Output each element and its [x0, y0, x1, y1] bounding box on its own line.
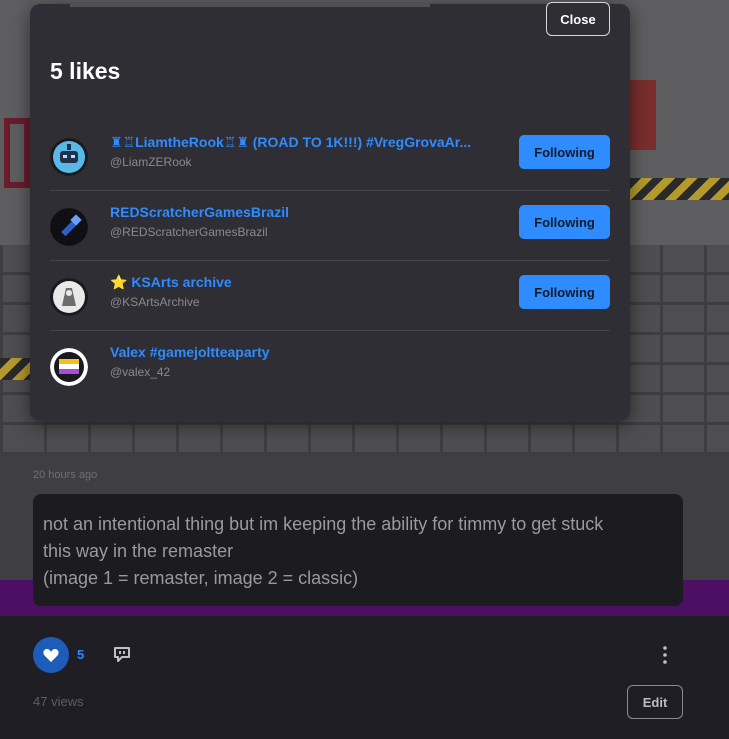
pixel-tool-avatar[interactable] — [50, 208, 88, 246]
user-row[interactable]: ⭐ KSArts archive @KSArtsArchive Followin… — [50, 261, 610, 331]
robot-avatar[interactable] — [50, 138, 88, 176]
user-name[interactable]: Valex #gamejoltteaparty — [110, 344, 502, 360]
flag-avatar-icon — [50, 348, 88, 386]
user-handle: @valex_42 — [110, 365, 171, 379]
comment-icon[interactable] — [113, 645, 131, 663]
caption-box: not an intentional thing but im keeping … — [33, 494, 683, 606]
user-row[interactable]: Valex #gamejoltteaparty @valex_42 — [50, 331, 610, 401]
user-row[interactable]: REDScratcherGamesBrazil @REDScratcherGam… — [50, 191, 610, 261]
views-count: 47 views — [33, 694, 84, 709]
modal-title: 5 likes — [50, 58, 121, 84]
hazard-stripe-right — [630, 178, 729, 200]
user-handle: @REDScratcherGamesBrazil — [110, 225, 268, 239]
user-name[interactable]: REDScratcherGamesBrazil — [110, 204, 502, 220]
caption-line: (image 1 = remaster, image 2 = classic) — [43, 568, 359, 588]
heart-icon — [43, 648, 59, 662]
flag-avatar[interactable] — [50, 348, 88, 386]
user-name[interactable]: ⭐ KSArts archive — [110, 274, 502, 291]
robot-avatar-icon — [50, 138, 88, 176]
edit-button[interactable]: Edit — [627, 685, 683, 719]
close-button[interactable]: Close — [546, 2, 610, 36]
bottom-bar — [0, 616, 729, 739]
modal-top-edge — [70, 4, 430, 7]
like-button[interactable] — [33, 637, 69, 673]
like-count[interactable]: 5 — [77, 647, 84, 662]
sketch-avatar[interactable] — [50, 278, 88, 316]
sketch-avatar-icon — [50, 278, 88, 316]
caption-line: not an intentional thing but im keeping … — [43, 514, 604, 534]
following-button[interactable]: Following — [519, 205, 610, 239]
character-sprite-right — [630, 80, 656, 150]
post-timestamp: 20 hours ago — [33, 469, 98, 481]
following-button[interactable]: Following — [519, 135, 610, 169]
user-name[interactable]: ♜♖LiamtheRook♖♜ (ROAD TO 1K!!!) #VregGro… — [110, 134, 502, 151]
user-handle: @KSArtsArchive — [110, 295, 200, 309]
caption-line: this way in the remaster — [43, 541, 234, 561]
likes-modal: Close 5 likes ♜♖LiamtheRook♖♜ (ROAD TO 1… — [30, 2, 630, 421]
block-sprite-left — [4, 118, 30, 188]
user-handle: @LiamZERook — [110, 155, 192, 169]
more-options-icon[interactable] — [660, 645, 670, 665]
pixel-tool-avatar-icon — [50, 208, 88, 246]
following-button[interactable]: Following — [519, 275, 610, 309]
user-row[interactable]: ♜♖LiamtheRook♖♜ (ROAD TO 1K!!!) #VregGro… — [50, 121, 610, 191]
